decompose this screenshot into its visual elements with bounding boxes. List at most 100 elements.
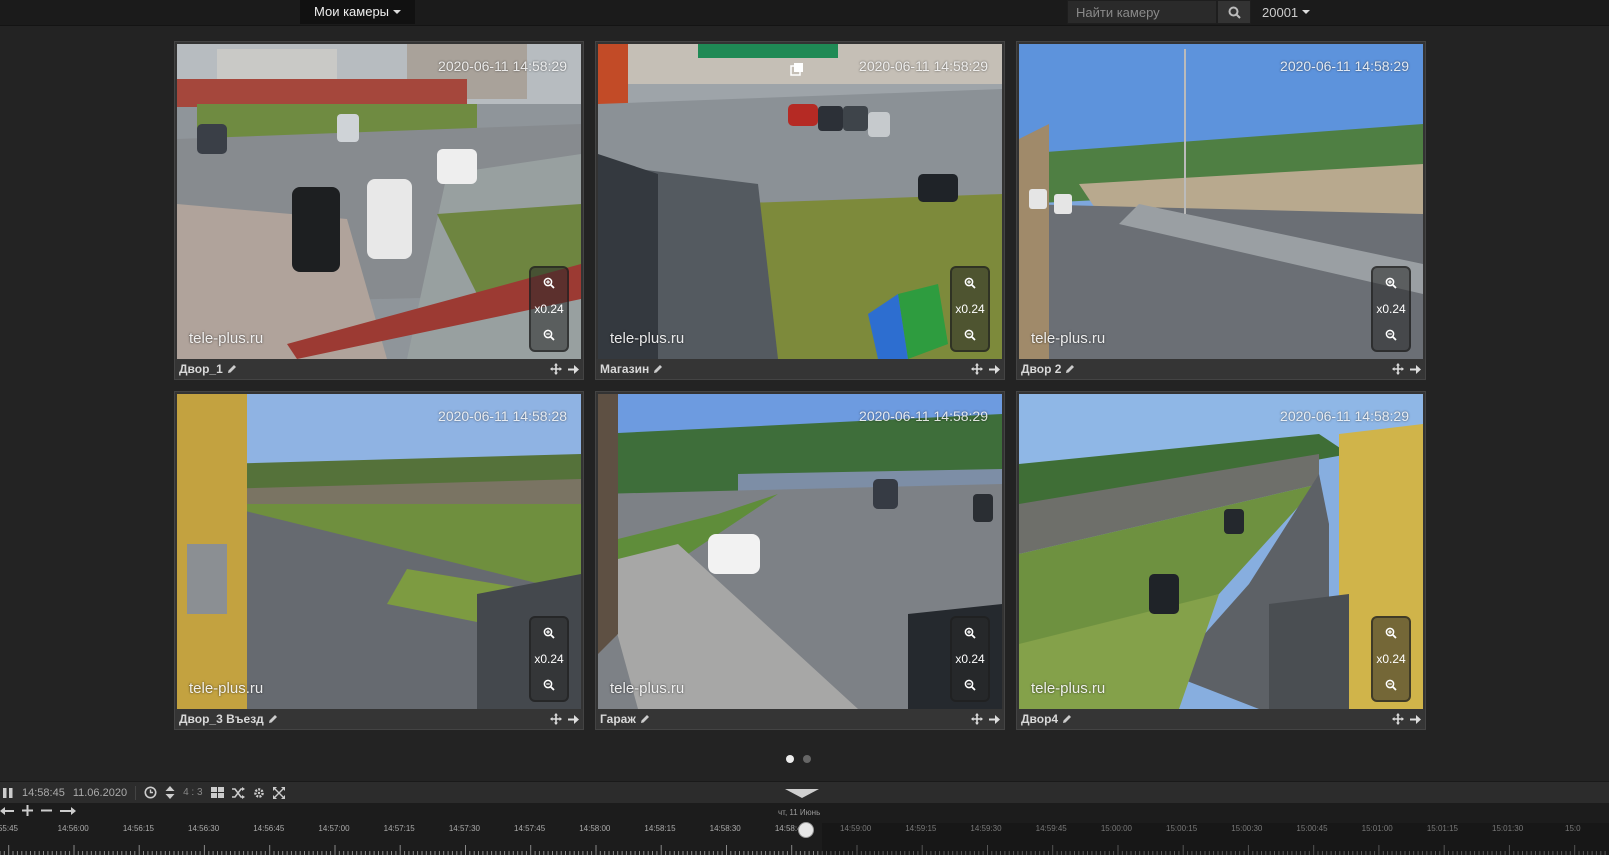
camera-name[interactable]: Двор_1 [179,362,223,376]
pause-button[interactable] [2,787,14,799]
camera-feed[interactable]: 2020-06-11 14:58:29 tele-plus.ru x0.24 [177,44,581,359]
camera-timestamp: 2020-06-11 14:58:29 [1280,408,1409,424]
open-camera-button[interactable] [568,364,579,375]
timeline-tick-label: 14:56:30 [188,824,220,833]
open-camera-button[interactable] [989,364,1000,375]
move-button[interactable] [971,713,983,725]
grid-layout-button[interactable] [210,787,224,798]
camera-footer: Двор4 [1017,709,1425,729]
watermark: tele-plus.ru [1031,680,1106,697]
timeline-tick-label: 14:56:15 [122,824,154,833]
my-cameras-menu[interactable]: Мои камеры [300,0,416,24]
zoom-in-icon [964,277,976,289]
open-camera-button[interactable] [1410,364,1421,375]
camera-name[interactable]: Магазин [600,362,649,376]
settings-button[interactable] [253,787,265,799]
camera-timestamp: 2020-06-11 14:58:29 [438,58,567,74]
zoom-out-timeline-button[interactable] [41,805,52,816]
clock-icon [144,786,157,799]
camera-tile[interactable]: 2020-06-11 14:58:29 tele-plus.ru x0.24 Д… [1016,41,1426,380]
arrow-right-icon [568,714,579,724]
move-button[interactable] [971,363,983,375]
sort-button[interactable] [165,786,175,799]
camera-feed[interactable]: 2020-06-11 14:58:29 tele-plus.ru x0.24 [598,44,1002,359]
arrow-right-icon [60,806,76,815]
zoom-in-button[interactable] [1380,624,1402,642]
zoom-in-icon [1385,627,1397,639]
rename-button[interactable] [268,714,278,724]
search-button[interactable] [1217,0,1251,24]
scroll-right-button[interactable] [60,806,76,816]
timeline-tick-label: 15:01:30 [1492,824,1524,833]
camera-feed[interactable]: 2020-06-11 14:58:29 tele-plus.ru x0.24 [598,394,1002,709]
zoom-in-timeline-button[interactable] [22,805,33,816]
camera-name[interactable]: Гараж [600,712,636,726]
shuffle-icon [231,786,245,799]
open-camera-button[interactable] [989,714,1000,725]
zoom-out-button[interactable] [538,676,560,694]
camera-tile[interactable]: 2020-06-11 14:58:28 tele-plus.ru x0.24 Д… [174,391,584,730]
fullscreen-icon [272,786,285,799]
zoom-out-button[interactable] [1380,676,1402,694]
move-button[interactable] [550,363,562,375]
aspect-ratio[interactable]: 4 : 3 [183,787,202,798]
camera-grid: 2020-06-11 14:58:29 tele-plus.ru x0.24 Д… [174,41,1428,730]
rename-button[interactable] [653,364,663,374]
zoom-in-button[interactable] [1380,274,1402,292]
zoom-out-button[interactable] [538,326,560,344]
camera-name[interactable]: Двор_3 Въезд [179,712,264,726]
rename-button[interactable] [227,364,237,374]
search-input[interactable] [1067,0,1217,24]
camera-tile[interactable]: 2020-06-11 14:58:29 tele-plus.ru x0.24 Д… [1016,391,1426,730]
move-button[interactable] [1392,363,1404,375]
pagination [786,755,811,763]
page-dot-1[interactable] [786,755,794,763]
zoom-out-icon [543,329,555,341]
gear-icon [253,787,264,798]
arrow-right-icon [989,364,1000,374]
timeline-tick-label: 15:00:15 [1166,824,1198,833]
zoom-level: x0.24 [534,652,564,666]
zoom-out-button[interactable] [959,326,981,344]
move-icon [971,363,983,375]
timeline-scrubber[interactable] [798,822,814,838]
rename-button[interactable] [640,714,650,724]
camera-feed[interactable]: 2020-06-11 14:58:29 tele-plus.ru x0.24 [1019,44,1423,359]
camera-footer: Двор_3 Въезд [175,709,583,729]
timeline-collapse-toggle[interactable] [785,789,819,798]
current-date: 11.06.2020 [72,786,128,799]
page-dot-2[interactable] [803,755,811,763]
shuffle-button[interactable] [231,786,245,799]
scroll-left-button[interactable] [0,806,14,816]
zoom-out-button[interactable] [959,676,981,694]
move-button[interactable] [1392,713,1404,725]
zoom-out-button[interactable] [1380,326,1402,344]
zoom-in-button[interactable] [538,624,560,642]
camera-tile[interactable]: 2020-06-11 14:58:29 tele-plus.ru x0.24 М… [595,41,1005,380]
user-menu[interactable]: 20001 [1262,0,1311,24]
camera-feed[interactable]: 2020-06-11 14:58:29 tele-plus.ru x0.24 [1019,394,1423,709]
rename-button[interactable] [1062,714,1072,724]
zoom-in-button[interactable] [959,624,981,642]
move-button[interactable] [550,713,562,725]
search-icon [1228,6,1241,19]
zoom-in-icon [1385,277,1397,289]
open-camera-button[interactable] [1410,714,1421,725]
zoom-in-button[interactable] [959,274,981,292]
timeline-date: чт, 11 Июнь [778,808,821,817]
grid-icon [210,787,224,798]
camera-tile[interactable]: 2020-06-11 14:58:29 tele-plus.ru x0.24 Г… [595,391,1005,730]
open-camera-button[interactable] [568,714,579,725]
camera-tile[interactable]: 2020-06-11 14:58:29 tele-plus.ru x0.24 Д… [174,41,584,380]
fullscreen-button[interactable] [272,786,285,799]
camera-name[interactable]: Двор4 [1021,712,1058,726]
rename-button[interactable] [1065,364,1075,374]
camera-feed[interactable]: 2020-06-11 14:58:28 tele-plus.ru x0.24 [177,394,581,709]
clock-button[interactable] [144,786,157,799]
timeline-tick-label: 15:00:00 [1100,824,1132,833]
timeline-tick-label: 15:00:30 [1231,824,1263,833]
minus-icon [41,809,52,812]
zoom-in-button[interactable] [538,274,560,292]
camera-name[interactable]: Двор 2 [1021,362,1061,376]
popout-button[interactable] [790,62,804,81]
